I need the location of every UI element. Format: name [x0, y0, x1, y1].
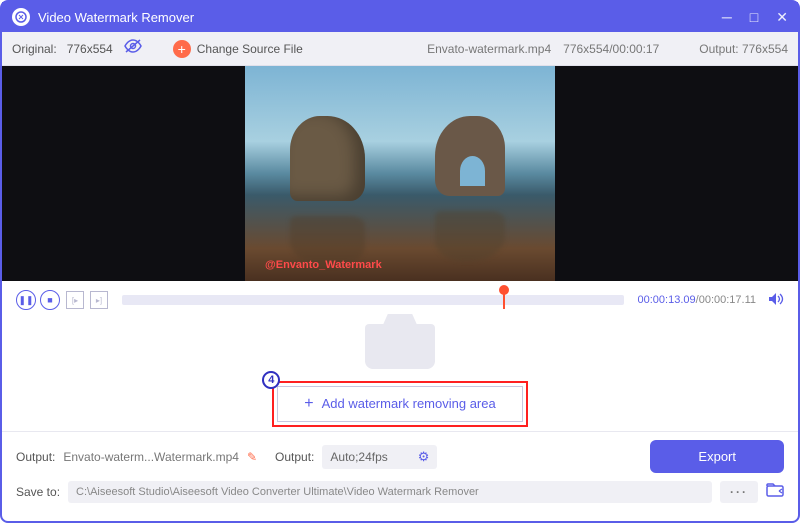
callout-badge: 4 — [262, 371, 280, 389]
open-folder-icon[interactable] — [766, 483, 784, 502]
close-icon[interactable]: ✕ — [776, 9, 788, 26]
volume-icon[interactable] — [768, 292, 784, 309]
stop-button[interactable]: ■ — [40, 290, 60, 310]
plus-circle-icon: + — [173, 40, 191, 58]
app-title: Video Watermark Remover — [38, 10, 194, 25]
output-format-selector[interactable]: Auto;24fps ⚙ — [322, 445, 437, 469]
output-filename: Envato-waterm...Watermark.mp4 — [63, 450, 239, 464]
watermark-overlay-text: @Envanto_Watermark — [265, 259, 382, 271]
watermark-areas-panel: 4 + Add watermark removing area — [2, 319, 798, 431]
visibility-toggle-icon[interactable] — [123, 39, 143, 58]
time-display: 00:00:13.09/00:00:17.11 — [638, 294, 756, 306]
add-area-label: Add watermark removing area — [322, 396, 496, 411]
source-filename: Envato-watermark.mp4 — [427, 42, 551, 56]
titlebar: Video Watermark Remover ─ □ ✕ — [2, 2, 798, 32]
output-format-label: Output: — [275, 450, 314, 464]
original-label: Original: — [12, 42, 57, 56]
app-logo-icon — [12, 8, 30, 26]
video-preview-area: @Envanto_Watermark — [2, 66, 798, 281]
add-area-highlight: + Add watermark removing area — [272, 381, 527, 427]
change-source-button[interactable]: + Change Source File — [173, 40, 303, 58]
top-toolbar: Original: 776x554 + Change Source File E… — [2, 32, 798, 66]
duration: 00:00:17.11 — [699, 294, 756, 306]
save-path-field[interactable]: C:\Aiseesoft Studio\Aiseesoft Video Conv… — [68, 481, 712, 503]
export-button[interactable]: Export — [650, 440, 784, 473]
source-dims-duration: 776x554/00:00:17 — [563, 42, 659, 56]
save-to-label: Save to: — [16, 485, 60, 499]
footer-panel: Output: Envato-waterm...Watermark.mp4 ✎ … — [2, 431, 798, 521]
playback-controls: ❚❚ ■ [▸ ▸] 00:00:13.09/00:00:17.11 — [2, 281, 798, 319]
mark-out-button[interactable]: ▸] — [90, 291, 108, 309]
timeline-scrubber[interactable] — [122, 295, 624, 305]
mark-in-button[interactable]: [▸ — [66, 291, 84, 309]
output-label: Output: — [699, 42, 738, 56]
output-file-label: Output: — [16, 450, 55, 464]
add-watermark-area-button[interactable]: + Add watermark removing area — [277, 386, 522, 422]
playhead-marker[interactable] — [503, 291, 505, 309]
minimize-icon[interactable]: ─ — [722, 9, 732, 26]
change-source-label: Change Source File — [197, 42, 303, 56]
pause-button[interactable]: ❚❚ — [16, 290, 36, 310]
original-dimensions: 776x554 — [67, 42, 113, 56]
maximize-icon[interactable]: □ — [750, 9, 758, 26]
browse-button[interactable]: ··· — [720, 481, 758, 503]
output-format-value: Auto;24fps — [330, 450, 387, 464]
plus-icon: + — [304, 395, 313, 413]
edit-filename-icon[interactable]: ✎ — [247, 450, 257, 464]
gear-icon[interactable]: ⚙ — [418, 449, 430, 465]
video-frame[interactable]: @Envanto_Watermark — [245, 66, 555, 281]
current-time: 00:00:13.09 — [638, 294, 696, 306]
output-dimensions: 776x554 — [742, 42, 788, 56]
empty-tray-icon — [365, 324, 435, 369]
